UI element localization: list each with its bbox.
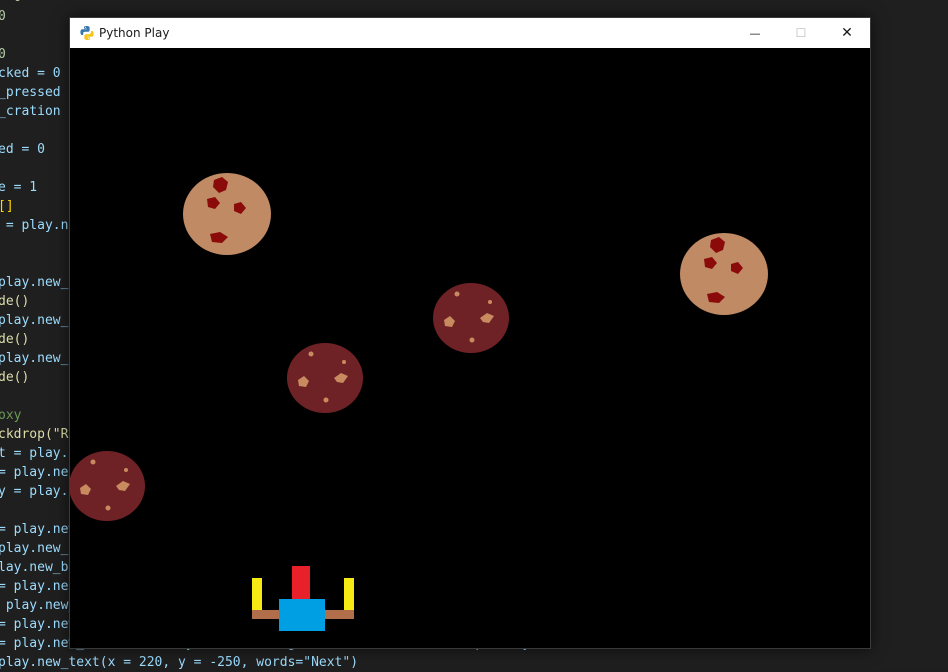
code-line: ckdrop("Re [0,427,77,442]
minimize-button[interactable]: — [732,18,778,48]
large-cookie-asteroid [183,173,271,255]
code-line: = play.ne [0,218,77,233]
code-line: de() [0,294,30,309]
window-title: Python Play [99,26,170,40]
small-cookie-asteroid [433,283,509,353]
code-line: _pressed = [0,85,77,100]
code-line: oxy [0,408,22,423]
code-line: e = 1 [0,180,38,195]
ship-main-cannon [292,566,310,600]
code-line: cked = 0 [0,66,61,81]
game-canvas[interactable] [70,48,870,648]
ship-left-cannon [252,578,262,610]
code-line: de() [0,332,30,347]
python-play-window: Python Play — ☐ ✕ [69,17,871,649]
code-line: play.new_b [0,541,77,556]
maximize-icon: ☐ [795,26,807,40]
minimize-icon: — [749,26,761,40]
code-line: play.new_i [0,313,77,328]
code-line: y = play.n [0,484,77,499]
ship-right-cannon [344,578,354,610]
code-line: play.new_i [0,275,77,290]
small-cookie-asteroid [70,451,145,521]
code-line: lay.new_bo [0,560,77,575]
code-line: play.new_i [0,351,77,366]
code-line: 0 [0,47,6,62]
code-line: t = play.n [0,446,77,461]
ship-body [279,599,325,631]
code-line: ed = 0 [0,142,45,157]
python-logo-icon [80,26,94,40]
code-line: = play.new [0,522,77,537]
title-bar[interactable]: Python Play — ☐ ✕ [70,18,870,49]
close-icon: ✕ [841,25,853,41]
close-button[interactable]: ✕ [824,18,870,48]
code-line: play.new_ [0,598,77,613]
maximize-button[interactable]: ☐ [778,18,824,48]
large-cookie-asteroid [680,233,768,315]
code-line: de() [0,370,30,385]
code-line: play.new_text(x = 220, y = -250, words="… [0,655,359,670]
code-line: 0 [0,9,6,24]
code-line: = play.ne [0,579,69,594]
player-ship [252,566,356,631]
code-line: = play.ne [0,465,69,480]
code-line: [] [0,199,14,214]
code-line: = 0 [0,0,21,7]
small-cookie-asteroid [287,343,363,413]
code-line: _cration = [0,104,77,119]
